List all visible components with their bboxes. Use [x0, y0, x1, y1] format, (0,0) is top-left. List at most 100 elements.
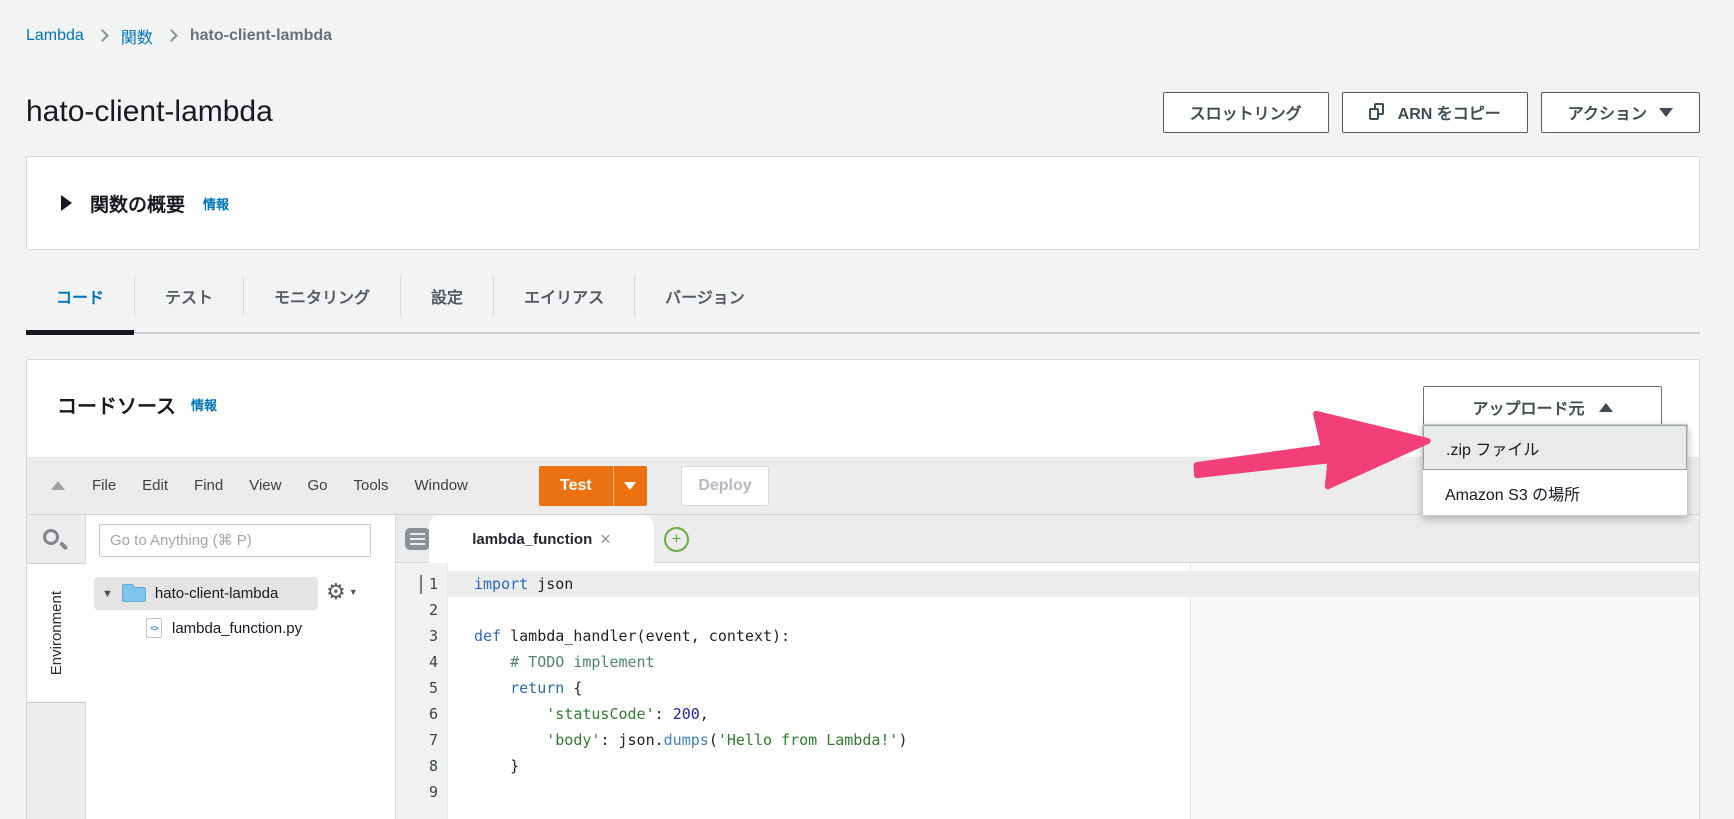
code-line-9[interactable]: 9: [396, 779, 1699, 805]
chevron-up-icon: [1599, 403, 1613, 412]
search-icon[interactable]: [43, 529, 59, 545]
line-number: 4: [396, 649, 448, 675]
line-number: 5: [396, 675, 448, 701]
chevron-down-icon: ▼: [349, 587, 358, 597]
test-button[interactable]: Test: [539, 466, 613, 506]
code-line-8[interactable]: 8 }: [396, 753, 1699, 779]
annotation-arrow: [1190, 397, 1437, 506]
ide-workspace: Environment ▼ hato-client-lambda ⚙ ▼ lam…: [27, 515, 1699, 819]
copy-arn-label: ARN をコピー: [1398, 100, 1501, 124]
collapse-panel-icon[interactable]: [51, 481, 65, 490]
ide-menu-go[interactable]: Go: [294, 477, 340, 494]
ide-menu-file[interactable]: File: [79, 477, 129, 494]
new-tab-button[interactable]: +: [664, 527, 689, 552]
tree-settings-button[interactable]: ⚙ ▼: [326, 581, 358, 603]
line-number: 6: [396, 701, 448, 727]
overview-info-link[interactable]: 情報: [203, 194, 229, 213]
code-text: import json: [448, 571, 1699, 597]
code-line-4[interactable]: 4 # TODO implement: [396, 649, 1699, 675]
copy-icon: [1369, 103, 1386, 122]
function-overview-panel: 関数の概要 情報: [26, 156, 1700, 250]
editor-tab-bar: lambda_function × +: [396, 515, 1699, 563]
folder-disclosure-icon[interactable]: ▼: [102, 588, 113, 600]
code-line-1[interactable]: 1import json: [396, 571, 1699, 597]
code-source-info-link[interactable]: 情報: [191, 395, 217, 414]
test-button-group: Test: [539, 466, 647, 506]
upload-from-button[interactable]: アップロード元: [1423, 386, 1662, 428]
gear-icon: ⚙: [326, 581, 346, 603]
function-overview-title: 関数の概要: [90, 190, 185, 217]
upload-menu-item-0[interactable]: .zip ファイル: [1423, 425, 1687, 470]
line-number: 7: [396, 727, 448, 753]
line-number: 8: [396, 753, 448, 779]
environment-label: Environment: [48, 591, 65, 675]
ide-menu-edit[interactable]: Edit: [129, 477, 181, 494]
python-file-icon: [146, 618, 162, 638]
code-line-7[interactable]: 7 'body': json.dumps('Hello from Lambda!…: [396, 727, 1699, 753]
header-actions: スロットリング ARN をコピー アクション: [1163, 92, 1700, 133]
breadcrumb-current: hato-client-lambda: [190, 27, 332, 45]
deploy-button[interactable]: Deploy: [681, 466, 769, 506]
tree-file-row[interactable]: lambda_function.py: [146, 618, 302, 638]
go-to-anything-input[interactable]: [99, 524, 371, 557]
code-lines: 1import json23def lambda_handler(event, …: [396, 571, 1699, 805]
console-content: Lambda 関数 hato-client-lambda hato-client…: [26, 0, 1700, 819]
ide-menu-window[interactable]: Window: [402, 477, 481, 494]
editor-tab-label: lambda_function: [472, 531, 592, 548]
code-line-5[interactable]: 5 return {: [396, 675, 1699, 701]
breadcrumb: Lambda 関数 hato-client-lambda: [26, 0, 1700, 48]
ide-menu-view[interactable]: View: [236, 477, 294, 494]
test-dropdown-button[interactable]: [613, 466, 647, 506]
code-text: def lambda_handler(event, context):: [448, 623, 1699, 649]
function-tabs: コードテストモニタリング設定エイリアスバージョン: [26, 266, 1700, 334]
code-source-title: コードソース: [57, 390, 176, 419]
code-line-2[interactable]: 2: [396, 597, 1699, 623]
chevron-down-icon: [624, 482, 636, 490]
function-tab-3[interactable]: 設定: [401, 266, 493, 332]
tab-list-icon[interactable]: [405, 528, 430, 550]
code-editor: lambda_function × + 1import json23def la…: [396, 515, 1699, 819]
function-tab-1[interactable]: テスト: [135, 266, 243, 332]
code-text: return {: [448, 675, 1699, 701]
editor-tab-lambda-function[interactable]: lambda_function ×: [429, 515, 654, 563]
function-tab-2[interactable]: モニタリング: [244, 266, 400, 332]
ide-side-strip: Environment: [27, 515, 86, 819]
actions-dropdown-button[interactable]: アクション: [1541, 92, 1700, 133]
throttling-label: スロットリング: [1190, 100, 1302, 124]
environment-tab[interactable]: Environment: [27, 563, 86, 703]
file-name: lambda_function.py: [172, 620, 302, 637]
copy-arn-button[interactable]: ARN をコピー: [1342, 92, 1528, 133]
ide-menu-items: FileEditFindViewGoToolsWindow: [79, 477, 481, 494]
tree-folder-row[interactable]: ▼ hato-client-lambda: [94, 577, 318, 610]
breadcrumb-separator-icon: [96, 29, 109, 42]
folder-name: hato-client-lambda: [155, 585, 278, 602]
function-tab-5[interactable]: バージョン: [635, 266, 775, 332]
upload-from-label: アップロード元: [1472, 395, 1584, 419]
code-text: # TODO implement: [448, 649, 1699, 675]
code-text: [448, 597, 1699, 623]
function-tab-0[interactable]: コード: [26, 266, 134, 332]
code-line-3[interactable]: 3def lambda_handler(event, context):: [396, 623, 1699, 649]
line-number: 3: [396, 623, 448, 649]
chevron-down-icon: [1659, 108, 1673, 117]
code-text: [448, 779, 1699, 805]
page-header: hato-client-lambda スロットリング ARN をコピー アクショ…: [26, 90, 1700, 134]
code-text: 'body': json.dumps('Hello from Lambda!'): [448, 727, 1699, 753]
ide-menu-tools[interactable]: Tools: [340, 477, 401, 494]
breadcrumb-lambda-link[interactable]: Lambda: [26, 27, 84, 45]
throttling-button[interactable]: スロットリング: [1163, 92, 1329, 133]
breadcrumb-separator-icon: [165, 29, 178, 42]
file-tree-panel: ▼ hato-client-lambda ⚙ ▼ lambda_function…: [86, 515, 396, 819]
code-line-6[interactable]: 6 'statusCode': 200,: [396, 701, 1699, 727]
folder-icon: [122, 587, 146, 602]
page-title: hato-client-lambda: [26, 95, 273, 129]
close-tab-icon[interactable]: ×: [600, 529, 611, 550]
upload-menu-item-1[interactable]: Amazon S3 の場所: [1423, 470, 1687, 515]
code-source-header: コードソース 情報: [57, 390, 217, 419]
breadcrumb-functions-link[interactable]: 関数: [121, 24, 153, 48]
expand-triangle-icon[interactable]: [61, 195, 72, 211]
ide-menu-find[interactable]: Find: [181, 477, 236, 494]
function-tab-4[interactable]: エイリアス: [494, 266, 634, 332]
actions-label: アクション: [1568, 100, 1647, 124]
code-area[interactable]: 1import json23def lambda_handler(event, …: [396, 563, 1699, 819]
